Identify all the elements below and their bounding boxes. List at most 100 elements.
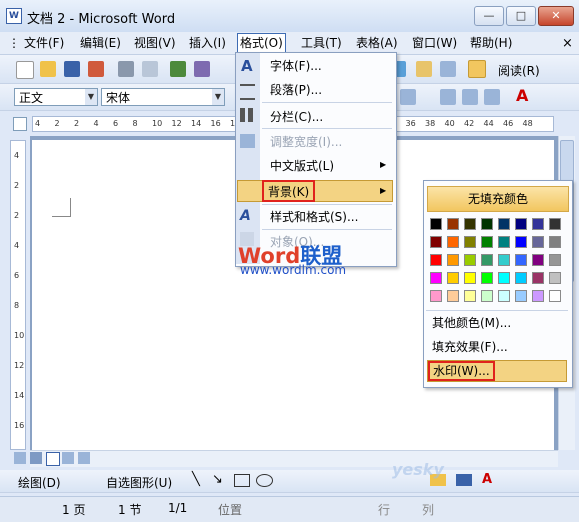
ruler-tick: 8 [132, 119, 138, 128]
web-view-icon[interactable] [30, 452, 42, 464]
style-dropdown-icon[interactable]: ▼ [85, 89, 97, 105]
outline-view-icon[interactable] [62, 452, 74, 464]
color-swatch[interactable] [549, 290, 561, 302]
color-swatch[interactable] [430, 236, 442, 248]
arrow-tool-icon[interactable]: ↘ [212, 472, 223, 487]
menu-view[interactable]: 视图(V) [132, 35, 178, 52]
color-swatch[interactable] [532, 272, 544, 284]
more-colors-item[interactable]: 其他颜色(M)... [432, 313, 511, 333]
print-view-icon[interactable] [46, 452, 60, 466]
insert-excel-icon[interactable] [416, 61, 432, 77]
color-swatch[interactable] [464, 272, 476, 284]
color-swatch[interactable] [515, 218, 527, 230]
vertical-ruler[interactable]: 4 2 2 4 6 8 10 12 14 16 [10, 140, 26, 450]
color-swatch[interactable] [430, 218, 442, 230]
menu-file[interactable]: 文件(F) [22, 35, 66, 52]
menu-help[interactable]: 帮助(H) [468, 35, 514, 52]
menu-item-asian-layout[interactable]: 中文版式(L) [270, 156, 334, 176]
menu-item-background[interactable]: 背景(K) [262, 180, 316, 202]
menu-item-styles-formatting[interactable]: 样式和格式(S)... [270, 207, 358, 227]
menu-table[interactable]: 表格(A) [354, 35, 400, 52]
open-folder-icon[interactable] [40, 61, 56, 77]
menu-format[interactable]: 格式(O) [237, 33, 286, 54]
color-swatch[interactable] [515, 236, 527, 248]
new-document-icon[interactable] [16, 61, 34, 79]
color-swatch[interactable] [430, 254, 442, 266]
fill-effects-item[interactable]: 填充效果(F)... [432, 337, 508, 357]
color-swatch[interactable] [498, 218, 510, 230]
color-swatch[interactable] [464, 290, 476, 302]
close-document-button[interactable]: × [560, 35, 575, 52]
color-swatch[interactable] [447, 272, 459, 284]
color-swatch[interactable] [464, 254, 476, 266]
color-swatch[interactable] [549, 236, 561, 248]
menu-item-font[interactable]: 字体(F)... [270, 56, 322, 76]
color-swatch[interactable] [481, 254, 493, 266]
color-swatch[interactable] [447, 236, 459, 248]
font-dropdown-icon[interactable]: ▼ [212, 89, 224, 105]
menu-edit[interactable]: 编辑(E) [78, 35, 123, 52]
drawing-toggle-icon[interactable] [468, 60, 486, 78]
color-swatch[interactable] [464, 218, 476, 230]
color-swatch[interactable] [515, 290, 527, 302]
horizontal-scrollbar[interactable] [30, 450, 558, 467]
draw-menu-button[interactable]: 绘图(D) [18, 474, 61, 491]
color-swatch[interactable] [498, 236, 510, 248]
decrease-indent-icon[interactable] [484, 89, 500, 105]
print-preview-icon[interactable] [142, 61, 158, 77]
color-swatch[interactable] [464, 236, 476, 248]
color-swatch[interactable] [498, 272, 510, 284]
color-swatch[interactable] [481, 290, 493, 302]
color-swatch[interactable] [430, 272, 442, 284]
menu-item-columns[interactable]: 分栏(C)... [270, 107, 323, 127]
color-swatch[interactable] [532, 290, 544, 302]
color-swatch[interactable] [515, 254, 527, 266]
color-swatch[interactable] [481, 236, 493, 248]
print-icon[interactable] [118, 61, 134, 77]
color-swatch[interactable] [532, 254, 544, 266]
no-fill-button[interactable]: 无填充颜色 [427, 186, 569, 212]
color-swatch[interactable] [515, 272, 527, 284]
color-swatch[interactable] [481, 272, 493, 284]
color-swatch[interactable] [498, 254, 510, 266]
color-swatch[interactable] [430, 290, 442, 302]
color-swatch[interactable] [549, 254, 561, 266]
oval-tool-icon[interactable] [256, 474, 273, 487]
color-swatch[interactable] [447, 290, 459, 302]
menu-item-paragraph[interactable]: 段落(P)... [270, 80, 322, 100]
color-swatch[interactable] [481, 218, 493, 230]
minimize-button[interactable]: — [474, 6, 504, 26]
color-swatch[interactable] [447, 254, 459, 266]
rectangle-tool-icon[interactable] [234, 474, 250, 487]
autoshapes-button[interactable]: 自选图形(U) [106, 474, 172, 491]
permission-icon[interactable] [88, 61, 104, 77]
close-button[interactable]: ✕ [538, 6, 574, 26]
insert-table-icon[interactable] [440, 61, 456, 77]
align-justify-icon[interactable] [400, 89, 416, 105]
line-tool-icon[interactable]: ╲ [192, 472, 200, 487]
menu-window[interactable]: 窗口(W) [410, 35, 459, 52]
color-swatch[interactable] [532, 218, 544, 230]
font-combo[interactable]: 宋体 [101, 88, 225, 106]
tab-selector[interactable] [13, 117, 27, 131]
menu-tools[interactable]: 工具(T) [299, 35, 344, 52]
line-color-icon[interactable] [456, 474, 472, 486]
font-color-icon[interactable]: A [516, 86, 528, 105]
color-swatch[interactable] [549, 218, 561, 230]
color-swatch[interactable] [447, 218, 459, 230]
read-mode-button[interactable]: 阅读(R) [498, 62, 540, 79]
menu-insert[interactable]: 插入(I) [187, 35, 228, 52]
reading-view-icon[interactable] [78, 452, 90, 464]
maximize-button[interactable]: □ [506, 6, 536, 26]
drawing-font-color-icon[interactable]: A [482, 472, 492, 487]
save-icon[interactable] [64, 61, 80, 77]
bullets-icon[interactable] [462, 89, 478, 105]
normal-view-icon[interactable] [14, 452, 26, 464]
watermark-item[interactable]: 水印(W)... [428, 361, 495, 381]
spelling-icon[interactable] [170, 61, 186, 77]
color-swatch[interactable] [549, 272, 561, 284]
color-swatch[interactable] [532, 236, 544, 248]
color-swatch[interactable] [498, 290, 510, 302]
numbering-icon[interactable] [440, 89, 456, 105]
research-icon[interactable] [194, 61, 210, 77]
